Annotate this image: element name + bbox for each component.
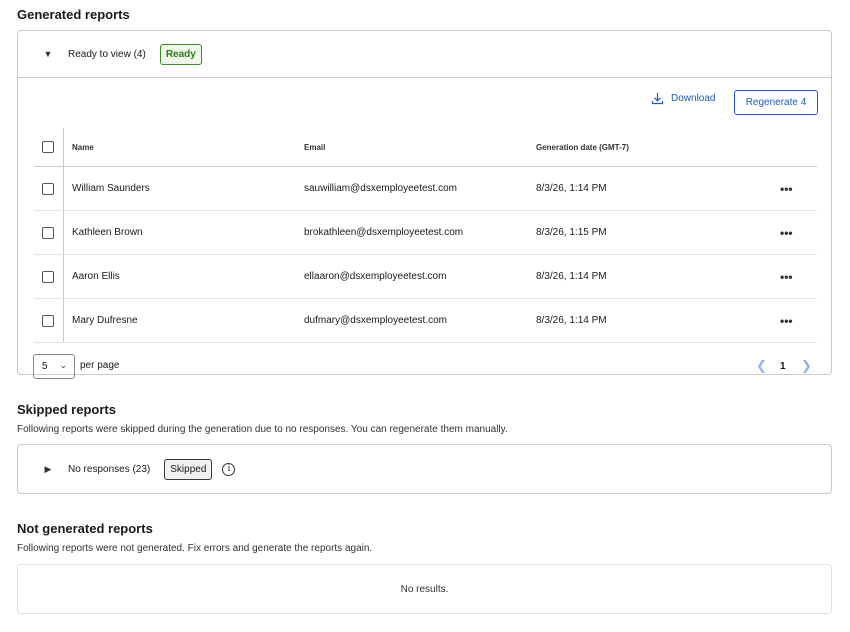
ready-badge: Ready bbox=[159, 43, 202, 65]
generated-reports-card: ▼ Ready to view (4) Ready Download Regen… bbox=[17, 30, 832, 379]
download-icon bbox=[651, 93, 664, 105]
caret-down-icon[interactable]: ▼ bbox=[43, 49, 53, 59]
row-name: Mary Dufresne bbox=[72, 315, 138, 326]
column-divider bbox=[63, 211, 64, 254]
row-checkbox[interactable] bbox=[42, 314, 54, 327]
row-checkbox[interactable] bbox=[42, 226, 54, 239]
current-page-number[interactable]: 1 bbox=[780, 361, 786, 372]
pagination-bar: 5 ⌄ per page ❮ 1 ❯ bbox=[18, 343, 831, 393]
column-header-email[interactable]: Email bbox=[304, 143, 325, 152]
select-all-checkbox[interactable] bbox=[42, 141, 54, 153]
download-label: Download bbox=[671, 93, 716, 104]
column-header-date[interactable]: Generation date (GMT-7) bbox=[536, 143, 629, 152]
column-divider bbox=[63, 299, 64, 342]
no-results-text: No results. bbox=[400, 583, 449, 595]
table-row: William Saunders sauwilliam@dsxemployeet… bbox=[34, 167, 817, 211]
more-actions-icon[interactable]: ••• bbox=[780, 270, 793, 284]
row-name: William Saunders bbox=[72, 183, 150, 194]
info-icon[interactable]: i bbox=[222, 462, 236, 476]
column-divider bbox=[63, 128, 64, 166]
column-divider bbox=[63, 255, 64, 298]
skipped-reports-description: Following reports were skipped during th… bbox=[17, 424, 508, 435]
skipped-reports-card: ▶ No responses (23) Skipped i bbox=[17, 444, 832, 494]
chevron-right-icon[interactable]: ❯ bbox=[801, 358, 812, 374]
skipped-accordion-header[interactable]: ▶ No responses (23) Skipped i bbox=[18, 445, 831, 493]
more-actions-icon[interactable]: ••• bbox=[780, 182, 793, 196]
table-header-row: Name Email Generation date (GMT-7) bbox=[34, 128, 817, 167]
column-divider bbox=[63, 167, 64, 210]
skipped-reports-title: Skipped reports bbox=[17, 402, 116, 417]
row-email: sauwilliam@dsxemployeetest.com bbox=[304, 183, 457, 194]
caret-right-icon[interactable]: ▶ bbox=[43, 464, 53, 475]
per-page-value: 5 bbox=[42, 361, 48, 372]
row-date: 8/3/26, 1:14 PM bbox=[536, 183, 607, 194]
row-checkbox[interactable] bbox=[42, 270, 54, 283]
not-generated-reports-title: Not generated reports bbox=[17, 521, 153, 536]
ready-accordion-header[interactable]: ▼ Ready to view (4) Ready bbox=[18, 31, 831, 78]
reports-toolbar: Download Regenerate 4 bbox=[18, 78, 831, 128]
row-date: 8/3/26, 1:14 PM bbox=[536, 315, 607, 326]
skipped-badge: Skipped bbox=[164, 458, 213, 480]
row-name: Kathleen Brown bbox=[72, 227, 143, 238]
regenerate-button[interactable]: Regenerate 4 bbox=[734, 90, 818, 115]
per-page-label: per page bbox=[80, 360, 120, 371]
row-name: Aaron Ellis bbox=[72, 271, 120, 282]
chevron-left-icon[interactable]: ❮ bbox=[756, 358, 767, 374]
row-email: brokathleen@dsxemployeetest.com bbox=[304, 227, 464, 238]
skipped-accordion-label: No responses (23) bbox=[68, 463, 151, 475]
more-actions-icon[interactable]: ••• bbox=[780, 226, 793, 240]
row-email: ellaaron@dsxemployeetest.com bbox=[304, 271, 447, 282]
table-row: Mary Dufresne dufmary@dsxemployeetest.co… bbox=[34, 299, 817, 343]
ready-accordion-label: Ready to view (4) bbox=[68, 48, 146, 60]
chevron-down-icon: ⌄ bbox=[59, 360, 67, 370]
more-actions-icon[interactable]: ••• bbox=[780, 314, 793, 328]
column-header-name[interactable]: Name bbox=[72, 143, 94, 152]
table-row: Kathleen Brown brokathleen@dsxemployeete… bbox=[34, 211, 817, 255]
download-button[interactable]: Download bbox=[651, 92, 715, 105]
row-checkbox[interactable] bbox=[42, 182, 54, 195]
not-generated-reports-card: No results. bbox=[17, 564, 832, 614]
row-date: 8/3/26, 1:14 PM bbox=[536, 271, 607, 282]
row-date: 8/3/26, 1:15 PM bbox=[536, 227, 607, 238]
row-email: dufmary@dsxemployeetest.com bbox=[304, 315, 447, 326]
generated-reports-title: Generated reports bbox=[17, 7, 130, 22]
table-row: Aaron Ellis ellaaron@dsxemployeetest.com… bbox=[34, 255, 817, 299]
reports-table: Name Email Generation date (GMT-7) Willi… bbox=[34, 128, 817, 343]
per-page-select[interactable]: 5 ⌄ bbox=[33, 354, 75, 379]
not-generated-reports-description: Following reports were not generated. Fi… bbox=[17, 543, 373, 554]
